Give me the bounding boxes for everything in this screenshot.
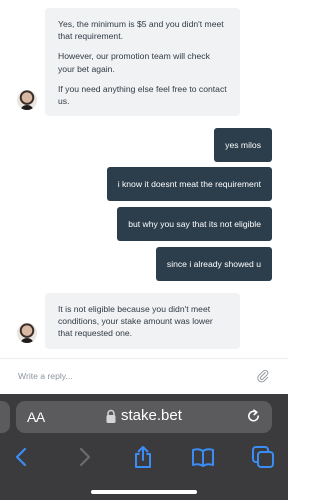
forward-icon[interactable] xyxy=(72,445,96,469)
user-message: but why you say that its not eligible xyxy=(117,207,272,241)
lock-icon xyxy=(106,409,116,423)
message-paragraph: However, our promotion team will check y… xyxy=(58,51,210,74)
address-bar[interactable]: AA stake.bet xyxy=(16,401,272,433)
message-paragraph: Yes, the minimum is $5 and you didn't me… xyxy=(58,19,224,42)
text-size-button[interactable]: AA xyxy=(27,409,45,425)
message-paragraph: It is not eligible because you didn't me… xyxy=(58,304,213,339)
back-icon[interactable] xyxy=(10,445,34,469)
reply-input[interactable]: Write a reply... xyxy=(18,371,73,381)
agent-avatar xyxy=(17,90,37,110)
agent-message: It is not eligible because you didn't me… xyxy=(45,293,240,349)
agent-avatar xyxy=(17,323,37,343)
browser-chrome: AA stake.bet xyxy=(0,394,288,500)
user-message: yes milos xyxy=(214,128,272,162)
tabs-icon[interactable] xyxy=(251,445,275,469)
reload-icon[interactable] xyxy=(245,408,262,425)
agent-message: Yes, the minimum is $5 and you didn't me… xyxy=(45,8,240,116)
url-text: stake.bet xyxy=(121,407,182,424)
user-message: since i already showed u xyxy=(155,247,272,281)
home-indicator[interactable] xyxy=(91,490,197,494)
user-message: i know it doesnt meat the requirement xyxy=(106,167,272,201)
reply-composer: Write a reply... xyxy=(0,358,288,394)
chat-thread: Yes, the minimum is $5 and you didn't me… xyxy=(0,0,288,358)
previous-tab-edge[interactable] xyxy=(0,401,10,433)
bookmarks-icon[interactable] xyxy=(191,445,215,469)
message-paragraph: If you need anything else feel free to c… xyxy=(58,83,227,107)
paperclip-icon[interactable] xyxy=(256,369,270,383)
share-icon[interactable] xyxy=(131,445,155,469)
